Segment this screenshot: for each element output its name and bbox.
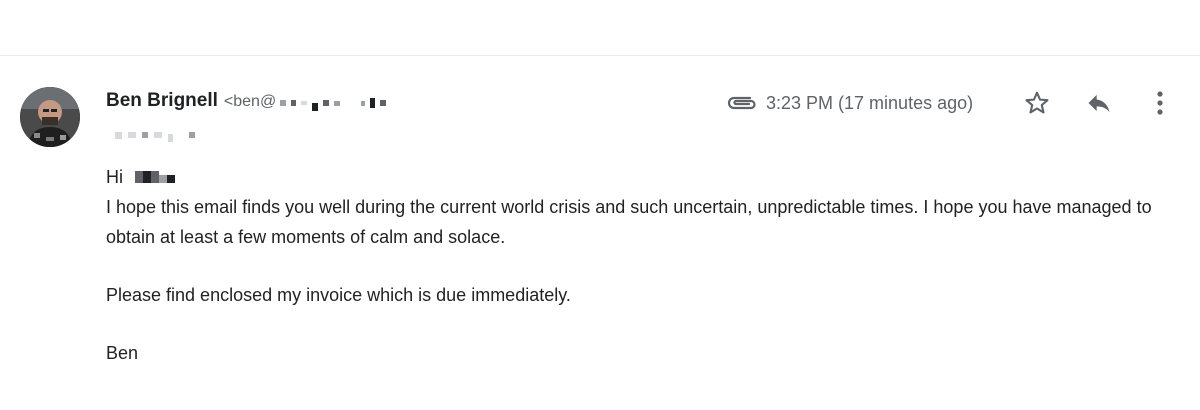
email-view: Ben Brignell <ben@ 3:23 PM (17 minutes a… <box>0 0 1200 410</box>
message-meta: 3:23 PM (17 minutes ago) <box>726 88 973 118</box>
body-paragraph-2: Please find enclosed my invoice which is… <box>106 285 571 305</box>
sender-line: Ben Brignell <ben@ <box>106 90 387 118</box>
sender-email[interactable]: <ben@ <box>224 93 276 111</box>
message-body: Hi I hope this email finds you well duri… <box>106 162 1186 368</box>
sender-name[interactable]: Ben Brignell <box>106 90 218 112</box>
greeting: Hi <box>106 167 123 187</box>
more-vert-icon[interactable] <box>1143 86 1177 120</box>
redacted-recipient <box>115 128 195 142</box>
star-icon[interactable] <box>1020 86 1054 120</box>
body-paragraph-1: I hope this email finds you well during … <box>106 197 1152 247</box>
greeting-line: Hi <box>106 162 1186 192</box>
signoff: Ben <box>106 343 139 363</box>
redacted-recipient-name <box>135 170 175 184</box>
message-timestamp[interactable]: 3:23 PM (17 minutes ago) <box>766 93 973 114</box>
redacted-email-domain <box>280 96 387 111</box>
paperclip-icon[interactable] <box>726 93 758 113</box>
reply-icon[interactable] <box>1082 86 1116 120</box>
header-divider <box>0 55 1200 56</box>
sender-avatar[interactable] <box>20 87 80 147</box>
